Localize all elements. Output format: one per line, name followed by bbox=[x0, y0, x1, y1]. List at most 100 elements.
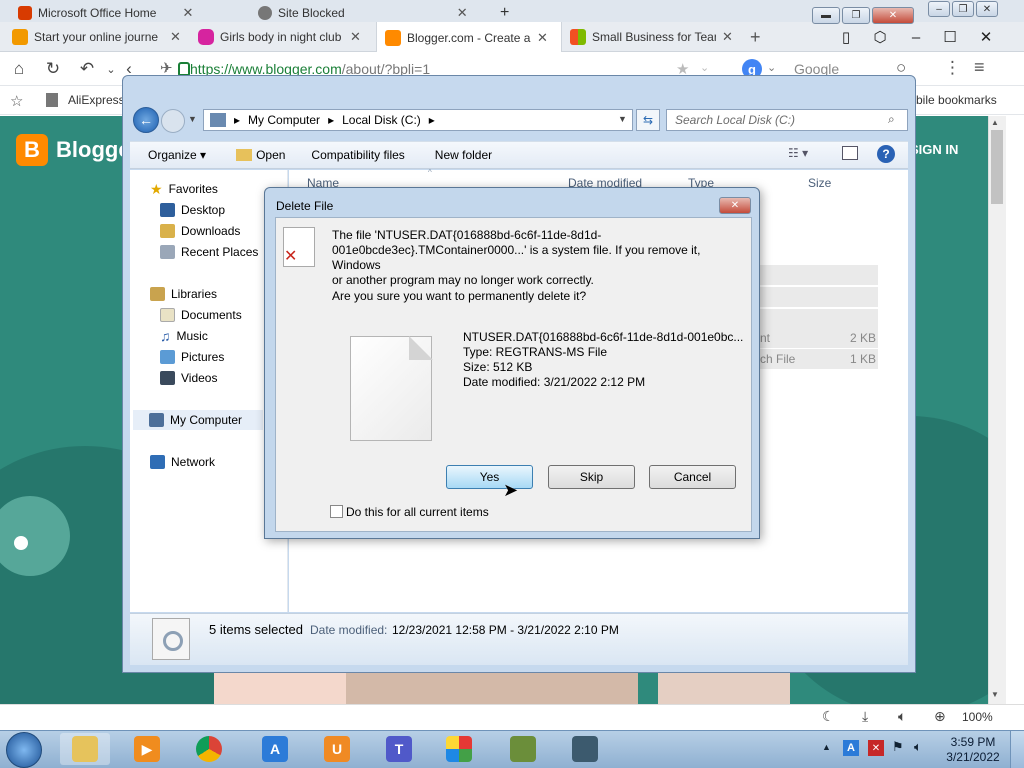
scrollbar-thumb[interactable] bbox=[991, 130, 1003, 204]
column-size[interactable]: Size bbox=[808, 176, 831, 190]
new-tab-button[interactable]: + bbox=[500, 4, 509, 22]
yes-button[interactable]: Yes bbox=[446, 465, 533, 489]
nav-videos[interactable]: Videos bbox=[160, 369, 217, 387]
nav-downloads[interactable]: Downloads bbox=[160, 222, 240, 240]
minimize-button[interactable]: – bbox=[898, 22, 934, 52]
chevron-down-icon[interactable]: ⌄ bbox=[767, 61, 776, 74]
sign-in-link[interactable]: SIGN IN bbox=[910, 142, 958, 157]
dark-mode-icon[interactable]: ☾ bbox=[822, 708, 835, 725]
taskbar-explorer[interactable] bbox=[60, 733, 110, 765]
table-row[interactable]: nt 2 KB bbox=[758, 328, 878, 348]
nav-music[interactable]: ♫ Music bbox=[160, 327, 208, 345]
table-row[interactable] bbox=[758, 287, 878, 307]
apply-all-checkbox[interactable] bbox=[330, 505, 343, 518]
cancel-button[interactable]: Cancel bbox=[649, 465, 736, 489]
forward-arrow-icon[interactable] bbox=[161, 109, 185, 133]
more-icon[interactable]: ⋮ bbox=[944, 58, 961, 78]
background-tab-office[interactable]: Microsoft Office Home ✕ bbox=[18, 4, 238, 22]
new-tab-button[interactable]: + bbox=[750, 27, 761, 48]
tab-start-journey[interactable]: Start your online journe ✕ bbox=[4, 22, 190, 52]
reload-icon[interactable]: ↻ bbox=[36, 52, 70, 86]
nav-pictures[interactable]: Pictures bbox=[160, 348, 224, 366]
nav-libraries[interactable]: Libraries bbox=[150, 285, 217, 303]
taskbar-remote[interactable] bbox=[560, 733, 610, 765]
nav-my-computer[interactable]: My Computer bbox=[133, 410, 263, 430]
tray-security-icon[interactable]: ✕ bbox=[868, 740, 884, 756]
tray-a-icon[interactable]: A bbox=[843, 740, 859, 756]
restore-icon[interactable]: ❐ bbox=[842, 7, 870, 24]
open-button[interactable]: Open bbox=[236, 148, 285, 162]
bookmark-aliexpress[interactable]: AliExpress bbox=[68, 93, 125, 107]
vertical-tabs-icon[interactable]: ▯ bbox=[828, 22, 864, 52]
close-icon[interactable]: ✕ bbox=[350, 29, 361, 45]
close-icon[interactable]: ✕ bbox=[170, 29, 181, 45]
extensions-icon[interactable]: ⬡ bbox=[862, 22, 898, 52]
nav-documents[interactable]: Documents bbox=[160, 306, 242, 324]
apply-all-label[interactable]: Do this for all current items bbox=[346, 505, 489, 519]
nav-favorites[interactable]: ★ Favorites bbox=[150, 180, 218, 198]
table-row[interactable] bbox=[758, 265, 878, 285]
search-icon[interactable]: ⌕ bbox=[888, 112, 895, 127]
nav-desktop[interactable]: Desktop bbox=[160, 201, 225, 219]
breadcrumb-local-disk[interactable]: Local Disk (C:) bbox=[342, 113, 421, 127]
tab-girls-body[interactable]: Girls body in night club ✕ bbox=[190, 22, 376, 52]
tray-network-icon[interactable]: ⚑ bbox=[892, 739, 904, 755]
explorer-address-bar[interactable]: ▸ My Computer ▸ Local Disk (C:) ▸ bbox=[203, 109, 633, 131]
table-row[interactable]: ch File 1 KB bbox=[758, 349, 878, 369]
scroll-down-icon[interactable]: ▼ bbox=[991, 690, 999, 699]
show-desktop-button[interactable] bbox=[1010, 731, 1024, 768]
breadcrumb-my-computer[interactable]: My Computer bbox=[248, 113, 320, 127]
taskbar-app-x[interactable] bbox=[434, 733, 484, 765]
tray-expand-icon[interactable]: ▲ bbox=[822, 742, 831, 752]
tab-blogger[interactable]: Blogger.com - Create a ✕ bbox=[376, 22, 562, 53]
skip-button[interactable]: Skip bbox=[548, 465, 635, 489]
tab-small-business[interactable]: Small Business for Tean ✕ bbox=[562, 22, 748, 52]
mobile-bookmarks[interactable]: bile bookmarks bbox=[916, 93, 997, 107]
star-icon[interactable]: ☆ bbox=[10, 92, 23, 110]
blogger-logo[interactable]: B Blogger bbox=[16, 134, 139, 166]
view-options-icon[interactable]: ☷ ▾ bbox=[788, 146, 808, 160]
close-icon[interactable]: ✕ bbox=[182, 5, 193, 21]
page-scrollbar[interactable] bbox=[988, 116, 1006, 704]
help-icon[interactable]: ? bbox=[877, 145, 895, 163]
refresh-icon[interactable]: ⇆ bbox=[636, 109, 660, 131]
scroll-up-icon[interactable]: ▲ bbox=[991, 118, 999, 127]
close-icon[interactable]: ✕ bbox=[457, 5, 468, 21]
home-icon[interactable]: ⌂ bbox=[2, 52, 36, 86]
new-folder-button[interactable]: New folder bbox=[435, 148, 492, 162]
organize-menu[interactable]: Organize ▾ bbox=[148, 148, 206, 162]
start-button[interactable] bbox=[6, 732, 42, 768]
taskbar-media-player[interactable]: ▶ bbox=[122, 733, 172, 765]
table-row[interactable] bbox=[758, 309, 878, 329]
address-dropdown-icon[interactable]: ▼ bbox=[618, 114, 627, 124]
taskbar-chrome[interactable] bbox=[184, 733, 234, 765]
minimize-icon[interactable]: – bbox=[928, 1, 950, 17]
taskbar-uc-browser[interactable]: U bbox=[312, 733, 362, 765]
back-arrow-icon[interactable]: ← bbox=[133, 107, 159, 133]
close-icon[interactable]: ✕ bbox=[976, 1, 998, 17]
explorer-search-input[interactable]: Search Local Disk (C:) bbox=[666, 109, 908, 131]
chevron-down-icon[interactable]: ⌄ bbox=[700, 61, 709, 74]
close-icon[interactable]: ✕ bbox=[872, 7, 914, 24]
restore-icon[interactable]: ❐ bbox=[952, 1, 974, 17]
minimize-icon[interactable]: ▬ bbox=[812, 7, 840, 24]
recent-pages-icon[interactable]: ▼ bbox=[188, 114, 197, 124]
taskbar-minecraft[interactable] bbox=[498, 733, 548, 765]
compatibility-files-button[interactable]: Compatibility files bbox=[311, 148, 404, 162]
close-icon[interactable]: ✕ bbox=[537, 30, 548, 46]
maximize-button[interactable]: ☐ bbox=[932, 22, 968, 52]
taskbar-teams[interactable]: T bbox=[374, 733, 424, 765]
close-icon[interactable]: ✕ bbox=[722, 29, 733, 45]
preview-pane-icon[interactable] bbox=[842, 146, 858, 160]
dialog-close-button[interactable]: ✕ bbox=[719, 197, 751, 214]
nav-recent-places[interactable]: Recent Places bbox=[160, 243, 258, 261]
zoom-icon[interactable]: ⊕ bbox=[934, 708, 946, 725]
taskbar-app-a[interactable]: A bbox=[250, 733, 300, 765]
download-icon[interactable]: ⤓ bbox=[862, 708, 868, 725]
volume-icon[interactable]: 🔈︎ bbox=[898, 708, 906, 725]
tray-clock[interactable]: 3:59 PM 3/21/2022 bbox=[940, 735, 1006, 765]
zoom-level[interactable]: 100% bbox=[962, 710, 993, 724]
tray-volume-icon[interactable]: 🔈︎ bbox=[914, 739, 922, 755]
background-tab-site-blocked[interactable]: Site Blocked ✕ bbox=[258, 4, 488, 22]
close-window-button[interactable]: ✕ bbox=[968, 22, 1004, 52]
